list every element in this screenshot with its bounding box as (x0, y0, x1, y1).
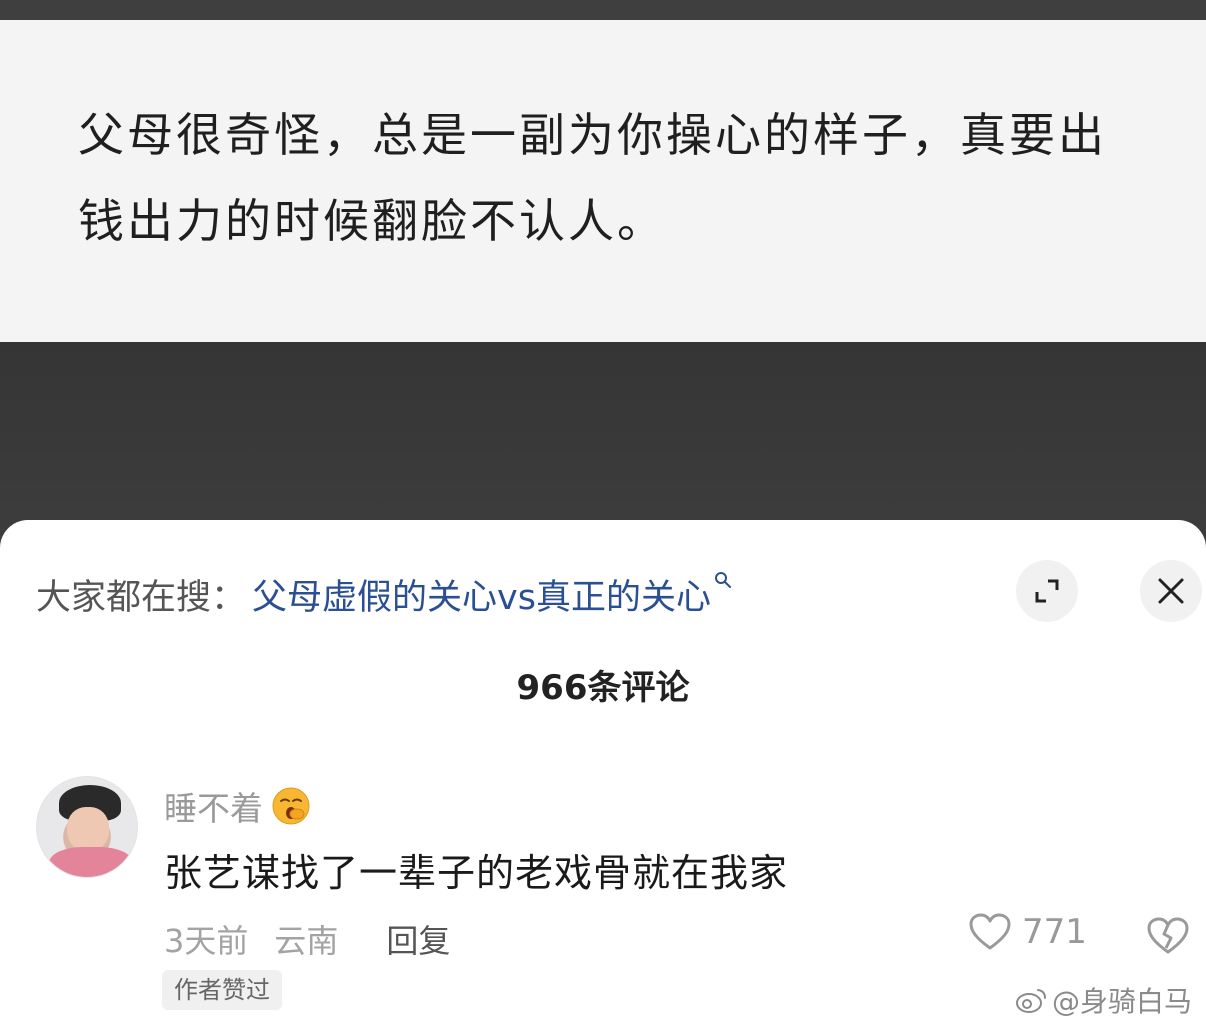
reply-button[interactable]: 回复 (386, 916, 450, 962)
post-text: 父母很奇怪，总是一副为你操心的样子，真要出钱出力的时候翻脸不认人。 (78, 108, 1107, 248)
search-term-link[interactable]: 父母虚假的关心vs真正的关心 (252, 569, 711, 620)
close-icon (1158, 578, 1184, 604)
username[interactable]: 睡不着 (164, 782, 263, 830)
comment-count: 966条评论 (516, 668, 690, 708)
watermark: @身骑白马 (1014, 980, 1192, 1020)
comment-text: 张艺谋找了一辈子的老戏骨就在我家 (164, 851, 789, 895)
top-strip (0, 0, 1206, 20)
post-card: 父母很奇怪，总是一副为你操心的样子，真要出钱出力的时候翻脸不认人。 (0, 20, 1206, 342)
expand-button[interactable] (1016, 560, 1078, 622)
comment-time: 3天前 (164, 922, 249, 960)
trending-search-row[interactable]: 大家都在搜： 父母虚假的关心vs真正的关心 (36, 570, 732, 618)
yawn-emoji-icon (272, 787, 310, 825)
like-button[interactable]: 771 (968, 912, 1087, 952)
weibo-icon (1016, 989, 1046, 1013)
comment-location: 云南 (274, 922, 339, 960)
close-button[interactable] (1140, 560, 1202, 622)
watermark-text: @身骑白马 (1052, 985, 1193, 1018)
avatar[interactable] (36, 776, 138, 878)
search-prefix: 大家都在搜： (36, 577, 247, 618)
expand-icon (1035, 579, 1059, 603)
heart-icon (969, 913, 1011, 950)
author-liked-badge: 作者赞过 (162, 970, 282, 1010)
comment-meta: 3天前 云南 回复 (164, 916, 450, 962)
comments-sheet: 大家都在搜： 父母虚假的关心vs真正的关心 966条评论 睡不着 张艺谋找了一辈… (0, 520, 1206, 1031)
video-background (0, 342, 1206, 542)
broken-heart-icon[interactable] (1146, 916, 1190, 956)
like-count: 771 (1022, 912, 1087, 952)
comment-header: 睡不着 (164, 782, 311, 830)
search-icon (714, 570, 732, 594)
